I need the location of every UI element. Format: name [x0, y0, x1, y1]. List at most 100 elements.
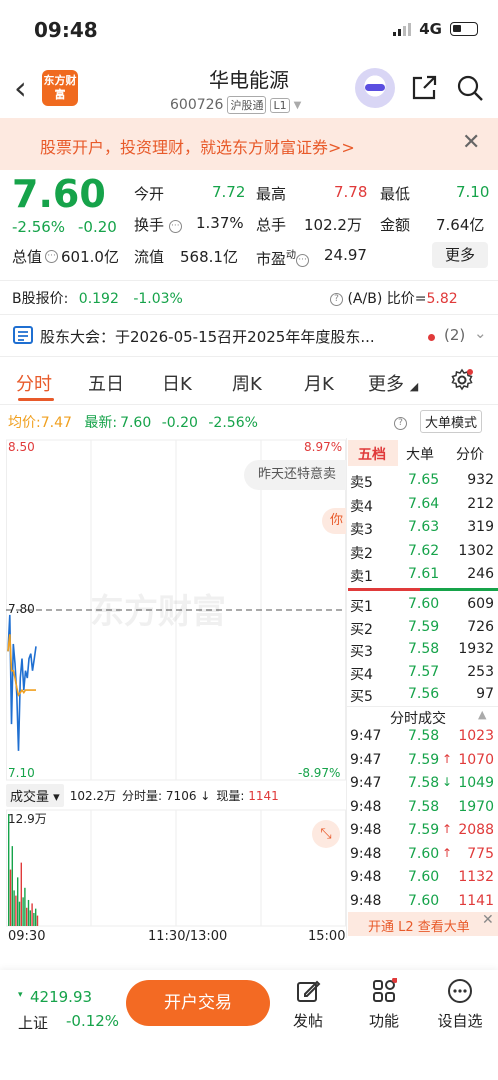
chevron-down-icon[interactable]: ⌄ [474, 324, 487, 342]
battery-icon [450, 22, 478, 36]
turnover-label: 换手 ··· [134, 214, 182, 235]
close-icon[interactable]: ✕ [462, 130, 480, 155]
help-icon[interactable]: ? [394, 412, 407, 431]
level-price: 7.59 [408, 618, 440, 635]
sell-level-row[interactable]: 卖1 7.61 246 [350, 566, 496, 589]
level-label: 卖4 [350, 498, 373, 515]
notice-text[interactable]: 股东大会：于2026-05-15召开2025年年度股东... [40, 326, 430, 347]
tag-connect: 沪股通 [227, 96, 267, 114]
level-price: 7.64 [408, 495, 440, 512]
turnover-value: 1.37% [196, 214, 244, 232]
level-volume: 932 [467, 472, 494, 488]
big-order-mode-button[interactable]: 大单模式 [420, 410, 483, 433]
buy-level-row[interactable]: 买2 7.59 726 [350, 619, 496, 642]
level-label: 卖1 [350, 569, 373, 585]
nav-post[interactable]: 发帖 [284, 978, 332, 1031]
share-icon[interactable] [410, 74, 438, 102]
index-value[interactable]: 4219.93 [30, 988, 92, 1006]
index-name[interactable]: 上证 [18, 1012, 48, 1033]
trade-arrow: ↓ [442, 775, 453, 789]
minute-volume: 分时量: 7106 ↓ [122, 788, 211, 803]
trade-volume: 775 [467, 845, 494, 862]
comment-tooltip[interactable]: 昨天还特意卖 [244, 460, 346, 490]
level-price: 7.60 [408, 596, 440, 612]
level-volume: 1932 [458, 641, 494, 657]
trade-volume: 1141 [458, 892, 494, 909]
price-change-pct: -2.56% [12, 218, 66, 236]
notice-count[interactable]: (2) [444, 326, 465, 344]
tab-daily-k[interactable]: 日K [162, 370, 192, 396]
tab-price-dist[interactable]: 分价 [456, 444, 484, 464]
assistant-robot-icon[interactable] [355, 68, 395, 108]
stock-code: 600726 [170, 97, 224, 113]
level-label: 买1 [350, 599, 373, 615]
tab-5day[interactable]: 五日 [88, 370, 124, 396]
volume-bar [17, 877, 19, 926]
expand-icon[interactable]: ⤡ [312, 820, 340, 848]
tab-monthly-k[interactable]: 月K [304, 370, 334, 396]
market-cap-label: 总值 [12, 248, 43, 266]
trade-volume: 1132 [458, 869, 494, 885]
trade-time: 9:48 [350, 822, 382, 838]
trade-price: 7.58 [408, 775, 440, 791]
bshare-row[interactable]: B股报价: 0.192 -1.03% [12, 288, 183, 308]
volume-bar [31, 903, 33, 926]
trade-volume: 1023 [458, 728, 494, 744]
level-volume: 212 [467, 495, 494, 512]
volume-bar [8, 814, 10, 926]
level-price: 7.56 [408, 686, 440, 702]
signal-icon [393, 22, 412, 36]
promo-banner-text[interactable]: 股票开户，投资理财，就选东方财富证券>> [40, 134, 355, 158]
volume-bar [15, 895, 17, 926]
close-icon[interactable]: ✕ [482, 912, 494, 928]
volume-total: 102.2万 [69, 788, 117, 803]
tab-weekly-k[interactable]: 周K [232, 370, 262, 396]
l2-upgrade-link[interactable]: 开通 L2 查看大单 [368, 916, 470, 935]
level-volume: 97 [476, 686, 494, 702]
trade-row: 9:48 7.60 1132 [350, 869, 496, 892]
volume-indicator-select[interactable]: 成交量 ▾ [6, 783, 64, 807]
trades-title[interactable]: 分时成交 [390, 708, 446, 728]
sell-level-row[interactable]: 卖5 7.65 932 [350, 472, 496, 495]
nav-functions[interactable]: 功能 [360, 978, 408, 1031]
volume-bar [18, 901, 21, 926]
side-tag[interactable]: 你 [322, 508, 346, 534]
trade-price: 7.58 [408, 798, 440, 815]
search-icon[interactable] [456, 74, 484, 102]
open-account-trade-button[interactable]: 开户交易 [126, 980, 270, 1026]
volume-bar [9, 869, 12, 926]
volume-bar [22, 897, 24, 926]
level-price: 7.61 [408, 566, 440, 582]
sell-level-row[interactable]: 卖2 7.62 1302 [350, 543, 496, 566]
nav-add-watchlist[interactable]: 设自选 [436, 978, 484, 1031]
edit-icon [297, 980, 321, 1002]
pe-value: 24.97 [324, 246, 367, 264]
buy-level-row[interactable]: 买1 7.60 609 [350, 596, 496, 619]
index-pct[interactable]: -0.12% [66, 1012, 119, 1030]
sell-level-row[interactable]: 卖4 7.64 212 [350, 496, 496, 519]
low-value: 7.10 [456, 183, 490, 201]
buy-level-row[interactable]: 买4 7.57 253 [350, 664, 496, 687]
buy-level-row[interactable]: 买3 7.58 1932 [350, 641, 496, 664]
float-value: 568.1亿 [180, 248, 238, 266]
level-volume: 253 [467, 663, 494, 680]
info-icon[interactable]: ··· [45, 250, 59, 263]
stock-code-row[interactable]: 600726 沪股通 L1 ▼ [170, 96, 301, 114]
sell-level-row[interactable]: 卖3 7.63 319 [350, 519, 496, 542]
trade-arrow: ↑ [442, 822, 453, 836]
tab-big-orders[interactable]: 大单 [406, 444, 434, 464]
ab-ratio[interactable]: ? (A/B) 比价=5.82 [330, 288, 458, 308]
volume-bar [13, 890, 15, 926]
level-label: 卖2 [350, 545, 373, 562]
x-tick-open: 09:30 [8, 929, 46, 944]
intraday-chart[interactable] [6, 436, 346, 942]
help-icon: ? [330, 293, 343, 306]
gear-icon[interactable] [450, 368, 474, 392]
more-quote-button[interactable]: 更多 [432, 242, 488, 268]
current-price: 7.60 [12, 172, 106, 216]
trade-price: 7.58 [408, 728, 440, 744]
tab-five-levels[interactable]: 五档 [358, 444, 386, 464]
tab-more[interactable]: 更多 ◢ [368, 370, 418, 396]
chevron-up-icon[interactable]: ▲ [478, 708, 486, 721]
tab-intraday[interactable]: 分时 [16, 370, 52, 396]
